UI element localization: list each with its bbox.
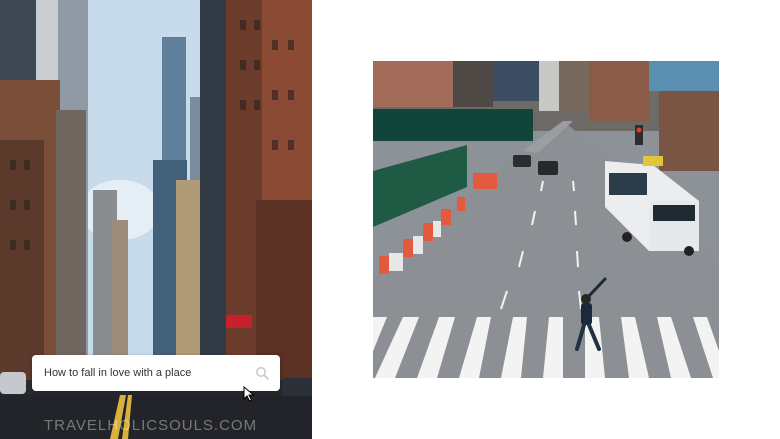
search-input[interactable]: How to fall in love with a place [44,367,254,379]
watermark: TRAVELHOLICSOULS.COM [44,417,258,434]
mouse-cursor-icon [243,385,255,402]
right-photo [373,61,719,378]
search-icon[interactable] [254,365,270,381]
crosswalk-street-illustration [373,61,719,378]
